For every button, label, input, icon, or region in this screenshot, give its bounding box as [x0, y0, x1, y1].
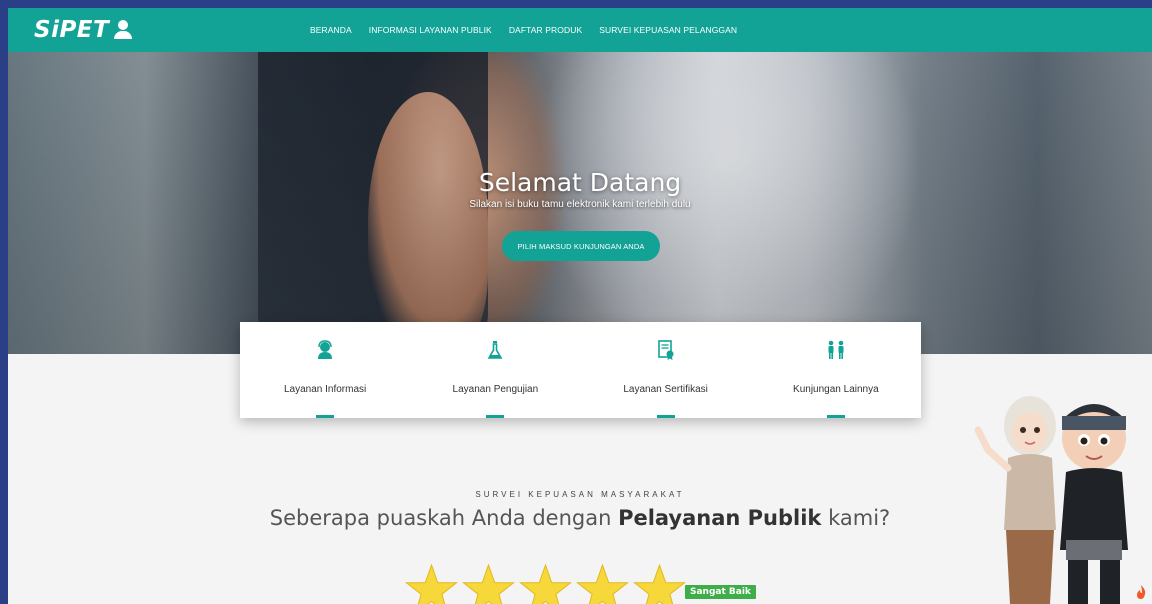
user-icon	[113, 20, 133, 40]
fire-icon[interactable]	[1134, 584, 1148, 600]
nav-link-informasi-layanan-publik[interactable]: INFORMASI LAYANAN PUBLIK	[369, 25, 492, 35]
page-frame: SiPET BERANDA INFORMASI LAYANAN PUBLIK D…	[8, 8, 1152, 604]
star-icon-3[interactable]	[519, 564, 572, 604]
mascot-illustration	[974, 396, 1128, 604]
flask-icon	[488, 341, 503, 359]
logo-text: SiPET	[34, 17, 110, 43]
service-item-layanan-pengujian[interactable]: Layanan Pengujian	[410, 322, 580, 418]
star-icon-2[interactable]	[462, 564, 515, 604]
service-item-layanan-sertifikasi[interactable]: Layanan Sertifikasi	[581, 322, 751, 418]
certificate-icon	[657, 340, 674, 360]
survey-question-emphasis: Pelayanan Publik	[618, 506, 822, 530]
site-logo[interactable]: SiPET	[34, 17, 133, 43]
service-label: Layanan Sertifikasi	[623, 384, 708, 395]
service-item-layanan-informasi[interactable]: Layanan Informasi	[240, 322, 410, 418]
nav-link-beranda[interactable]: BERANDA	[310, 25, 352, 35]
rating-stars	[405, 564, 686, 604]
service-label: Layanan Pengujian	[452, 384, 539, 395]
hero-title: Selamat Datang	[478, 168, 682, 197]
services-card: Layanan Informasi Layanan Pengujian Laya…	[240, 322, 921, 418]
choose-visit-purpose-button[interactable]: PILIH MAKSUD KUNJUNGAN ANDA	[502, 231, 660, 261]
nav-link-daftar-produk[interactable]: DAFTAR PRODUK	[509, 25, 582, 35]
user-headset-icon	[318, 340, 333, 359]
hero-banner: Selamat Datang Silakan isi buku tamu ele…	[8, 52, 1152, 354]
star-icon-4[interactable]	[576, 564, 629, 604]
star-icon-1[interactable]	[405, 564, 458, 604]
rating-label-badge: Sangat Baik	[685, 585, 756, 599]
service-item-kunjungan-lainnya[interactable]: Kunjungan Lainnya	[751, 322, 921, 418]
hero-subtitle: Silakan isi buku tamu elektronik kami te…	[469, 199, 691, 210]
service-label: Kunjungan Lainnya	[793, 384, 879, 395]
service-label: Layanan Informasi	[283, 384, 367, 395]
people-icon	[828, 340, 844, 359]
nav-menu: BERANDA INFORMASI LAYANAN PUBLIK DAFTAR …	[310, 8, 754, 52]
star-icon-5[interactable]	[633, 564, 686, 604]
top-navbar: SiPET BERANDA INFORMASI LAYANAN PUBLIK D…	[8, 8, 1152, 52]
nav-link-survei-kepuasan-pelanggan[interactable]: SURVEI KEPUASAN PELANGGAN	[599, 25, 737, 35]
